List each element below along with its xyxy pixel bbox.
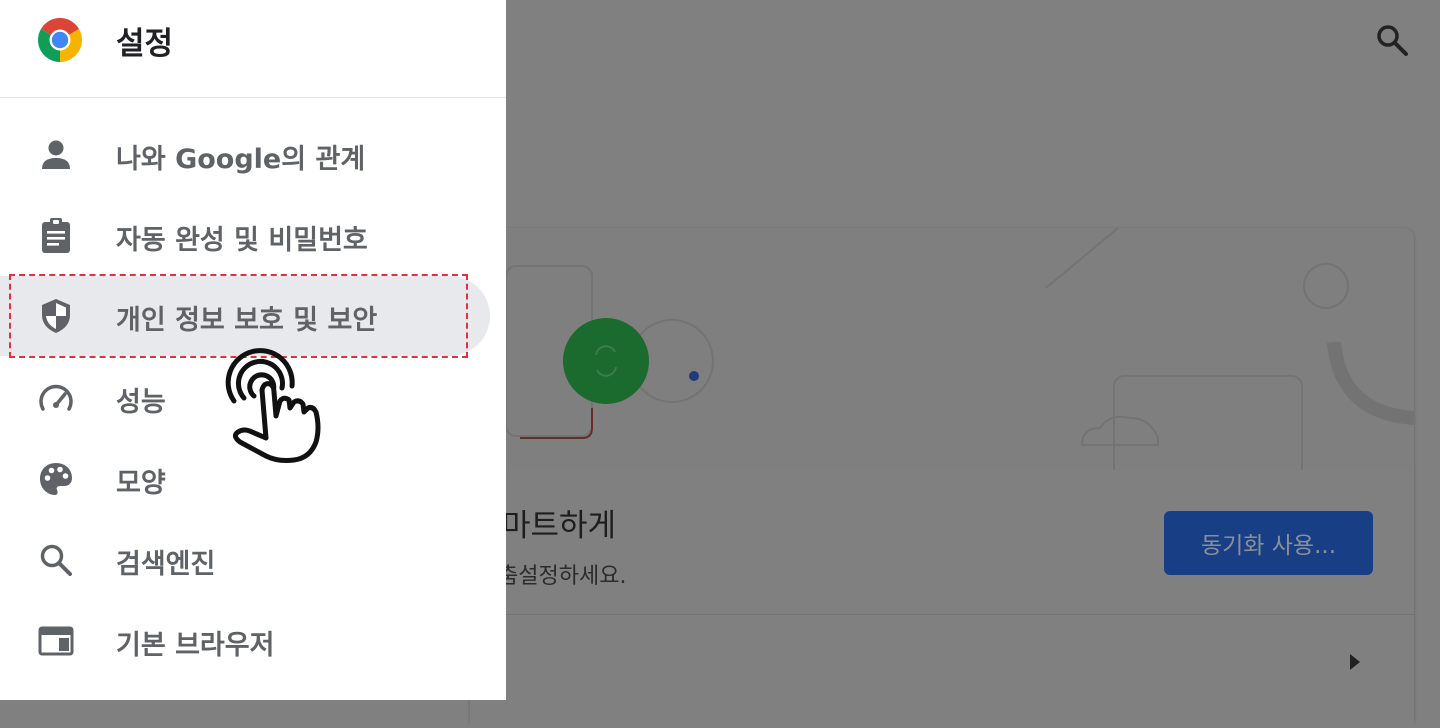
menu-item-label: 자동 완성 및 비밀번호 xyxy=(116,225,368,256)
person-icon xyxy=(42,140,70,169)
menu-item-label: 모양 xyxy=(116,468,166,499)
palette-icon xyxy=(40,463,72,495)
drawer-title: 설정 xyxy=(116,26,174,62)
chevron-right-icon[interactable] xyxy=(1348,652,1362,672)
speedometer-icon xyxy=(39,384,73,411)
menu-item-default-browser[interactable]: 기본 브라우저 xyxy=(0,601,490,681)
menu-item-search-engine[interactable]: 검색엔진 xyxy=(0,520,490,600)
clipboard-icon xyxy=(42,218,70,253)
sync-card-title: 마트하게 xyxy=(502,508,617,544)
card-divider xyxy=(498,614,1414,615)
menu-item-you-and-google[interactable]: 나와 Google의 관계 xyxy=(0,115,490,195)
menu-item-label: 검색엔진 xyxy=(116,549,216,580)
menu-item-label: 성능 xyxy=(116,387,166,418)
browser-window-icon xyxy=(38,626,74,656)
sync-card-subtitle: 춤설정하세요. xyxy=(498,564,627,589)
tap-hand-icon xyxy=(225,348,321,463)
menu-item-label: 기본 브라우저 xyxy=(116,630,275,661)
sync-illustration xyxy=(470,228,1414,470)
chrome-logo-icon xyxy=(38,18,82,62)
search-icon[interactable] xyxy=(1374,22,1410,58)
sync-promo-card: 마트하게 춤설정하세요. 동기화 사용... xyxy=(470,228,1414,728)
drawer-header: 설정 xyxy=(0,0,506,98)
menu-item-autofill-passwords[interactable]: 자동 완성 및 비밀번호 xyxy=(0,196,490,276)
menu-item-label: 나와 Google의 관계 xyxy=(116,144,366,175)
sync-button[interactable]: 동기화 사용... xyxy=(1164,511,1373,575)
search-icon xyxy=(40,544,72,576)
